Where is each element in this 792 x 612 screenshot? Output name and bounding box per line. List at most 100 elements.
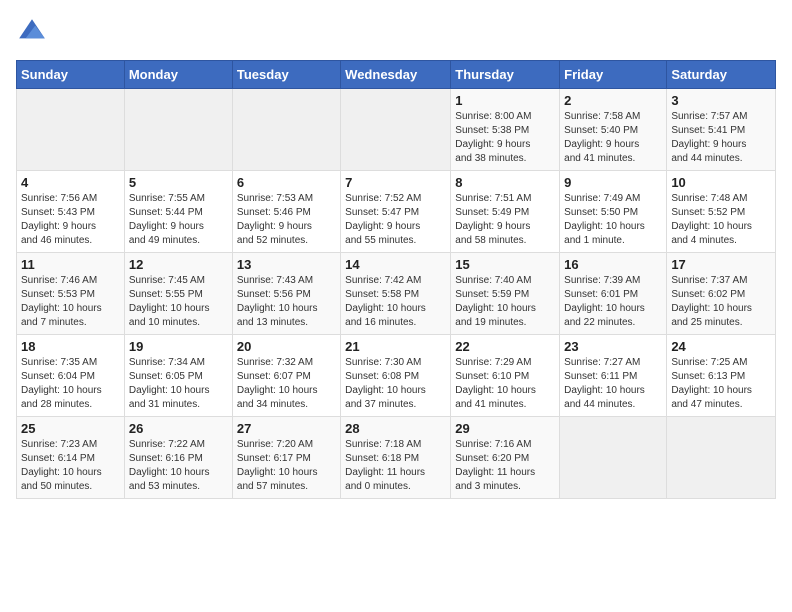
calendar-table: SundayMondayTuesdayWednesdayThursdayFrid… bbox=[16, 60, 776, 499]
weekday-header-thursday: Thursday bbox=[451, 61, 560, 89]
calendar-cell: 26Sunrise: 7:22 AM Sunset: 6:16 PM Dayli… bbox=[124, 417, 232, 499]
day-number: 15 bbox=[455, 257, 555, 272]
day-number: 28 bbox=[345, 421, 446, 436]
day-number: 16 bbox=[564, 257, 662, 272]
day-info: Sunrise: 7:52 AM Sunset: 5:47 PM Dayligh… bbox=[345, 192, 446, 248]
day-info: Sunrise: 7:58 AM Sunset: 5:40 PM Dayligh… bbox=[564, 110, 662, 166]
day-info: Sunrise: 7:51 AM Sunset: 5:49 PM Dayligh… bbox=[455, 192, 555, 248]
day-number: 23 bbox=[564, 339, 662, 354]
day-info: Sunrise: 7:42 AM Sunset: 5:58 PM Dayligh… bbox=[345, 274, 446, 330]
day-info: Sunrise: 7:46 AM Sunset: 5:53 PM Dayligh… bbox=[21, 274, 120, 330]
day-info: Sunrise: 7:49 AM Sunset: 5:50 PM Dayligh… bbox=[564, 192, 662, 248]
day-number: 12 bbox=[129, 257, 228, 272]
calendar-cell: 24 Sunrise: 7:25 AM Sunset: 6:13 PM Dayli… bbox=[667, 335, 776, 417]
day-info: Sunrise: 7:35 AM Sunset: 6:04 PM Dayligh… bbox=[21, 356, 120, 412]
calendar-cell bbox=[341, 89, 451, 171]
weekday-header-monday: Monday bbox=[124, 61, 232, 89]
calendar-cell bbox=[232, 89, 340, 171]
calendar-cell bbox=[560, 417, 667, 499]
day-info: Sunrise: 7:57 AM Sunset: 5:41 PM Dayligh… bbox=[671, 110, 771, 166]
day-info: Sunrise: 7:25 AM Sunset: 6:13 PM Dayligh… bbox=[671, 356, 771, 412]
calendar-cell: 14 Sunrise: 7:42 AM Sunset: 5:58 PM Dayli… bbox=[341, 253, 451, 335]
calendar-cell: 16 Sunrise: 7:39 AM Sunset: 6:01 PM Dayli… bbox=[560, 253, 667, 335]
week-row-3: 18 Sunrise: 7:35 AM Sunset: 6:04 PM Dayli… bbox=[17, 335, 776, 417]
day-number: 7 bbox=[345, 175, 446, 190]
calendar-cell: 18 Sunrise: 7:35 AM Sunset: 6:04 PM Dayli… bbox=[17, 335, 125, 417]
week-row-4: 25 Sunrise: 7:23 AM Sunset: 6:14 PM Dayli… bbox=[17, 417, 776, 499]
calendar-cell: 10 Sunrise: 7:48 AM Sunset: 5:52 PM Dayli… bbox=[667, 171, 776, 253]
day-info: Sunrise: 7:22 AM Sunset: 6:16 PM Dayligh… bbox=[129, 438, 228, 494]
calendar-cell: 20Sunrise: 7:32 AM Sunset: 6:07 PM Dayli… bbox=[232, 335, 340, 417]
week-row-1: 4Sunrise: 7:56 AM Sunset: 5:43 PM Daylig… bbox=[17, 171, 776, 253]
day-number: 14 bbox=[345, 257, 446, 272]
calendar-cell: 25 Sunrise: 7:23 AM Sunset: 6:14 PM Dayli… bbox=[17, 417, 125, 499]
calendar-cell: 8 Sunrise: 7:51 AM Sunset: 5:49 PM Daylig… bbox=[451, 171, 560, 253]
calendar-cell: 23 Sunrise: 7:27 AM Sunset: 6:11 PM Dayli… bbox=[560, 335, 667, 417]
day-number: 6 bbox=[237, 175, 336, 190]
weekday-header-sunday: Sunday bbox=[17, 61, 125, 89]
day-info: Sunrise: 7:37 AM Sunset: 6:02 PM Dayligh… bbox=[671, 274, 771, 330]
calendar-cell: 22Sunrise: 7:29 AM Sunset: 6:10 PM Dayli… bbox=[451, 335, 560, 417]
day-number: 5 bbox=[129, 175, 228, 190]
day-info: Sunrise: 7:48 AM Sunset: 5:52 PM Dayligh… bbox=[671, 192, 771, 248]
calendar-cell bbox=[124, 89, 232, 171]
calendar-cell: 17 Sunrise: 7:37 AM Sunset: 6:02 PM Dayli… bbox=[667, 253, 776, 335]
calendar-cell: 2Sunrise: 7:58 AM Sunset: 5:40 PM Daylig… bbox=[560, 89, 667, 171]
calendar-cell: 6 Sunrise: 7:53 AM Sunset: 5:46 PM Daylig… bbox=[232, 171, 340, 253]
calendar-cell: 3 Sunrise: 7:57 AM Sunset: 5:41 PM Daylig… bbox=[667, 89, 776, 171]
day-info: Sunrise: 7:34 AM Sunset: 6:05 PM Dayligh… bbox=[129, 356, 228, 412]
day-number: 27 bbox=[237, 421, 336, 436]
day-info: Sunrise: 7:23 AM Sunset: 6:14 PM Dayligh… bbox=[21, 438, 120, 494]
calendar-cell: 5 Sunrise: 7:55 AM Sunset: 5:44 PM Daylig… bbox=[124, 171, 232, 253]
day-info: Sunrise: 7:16 AM Sunset: 6:20 PM Dayligh… bbox=[455, 438, 555, 494]
day-number: 17 bbox=[671, 257, 771, 272]
calendar-cell: 29 Sunrise: 7:16 AM Sunset: 6:20 PM Dayli… bbox=[451, 417, 560, 499]
day-number: 13 bbox=[237, 257, 336, 272]
day-info: Sunrise: 7:39 AM Sunset: 6:01 PM Dayligh… bbox=[564, 274, 662, 330]
calendar-cell: 9 Sunrise: 7:49 AM Sunset: 5:50 PM Daylig… bbox=[560, 171, 667, 253]
calendar-cell: 15 Sunrise: 7:40 AM Sunset: 5:59 PM Dayli… bbox=[451, 253, 560, 335]
day-info: Sunrise: 7:43 AM Sunset: 5:56 PM Dayligh… bbox=[237, 274, 336, 330]
calendar-cell: 27 Sunrise: 7:20 AM Sunset: 6:17 PM Dayli… bbox=[232, 417, 340, 499]
day-number: 29 bbox=[455, 421, 555, 436]
logo bbox=[16, 16, 52, 48]
day-number: 10 bbox=[671, 175, 771, 190]
day-info: Sunrise: 7:20 AM Sunset: 6:17 PM Dayligh… bbox=[237, 438, 336, 494]
calendar-cell: 7 Sunrise: 7:52 AM Sunset: 5:47 PM Daylig… bbox=[341, 171, 451, 253]
day-number: 8 bbox=[455, 175, 555, 190]
day-info: Sunrise: 7:32 AM Sunset: 6:07 PM Dayligh… bbox=[237, 356, 336, 412]
day-info: Sunrise: 7:30 AM Sunset: 6:08 PM Dayligh… bbox=[345, 356, 446, 412]
day-info: Sunrise: 7:45 AM Sunset: 5:55 PM Dayligh… bbox=[129, 274, 228, 330]
week-row-2: 11 Sunrise: 7:46 AM Sunset: 5:53 PM Dayli… bbox=[17, 253, 776, 335]
day-number: 9 bbox=[564, 175, 662, 190]
logo-icon bbox=[16, 16, 48, 48]
calendar-cell: 12 Sunrise: 7:45 AM Sunset: 5:55 PM Dayli… bbox=[124, 253, 232, 335]
calendar-cell bbox=[17, 89, 125, 171]
day-info: Sunrise: 7:55 AM Sunset: 5:44 PM Dayligh… bbox=[129, 192, 228, 248]
day-info: Sunrise: 7:27 AM Sunset: 6:11 PM Dayligh… bbox=[564, 356, 662, 412]
day-number: 25 bbox=[21, 421, 120, 436]
day-number: 21 bbox=[345, 339, 446, 354]
day-info: Sunrise: 7:29 AM Sunset: 6:10 PM Dayligh… bbox=[455, 356, 555, 412]
calendar-cell: 19 Sunrise: 7:34 AM Sunset: 6:05 PM Dayli… bbox=[124, 335, 232, 417]
day-info: Sunrise: 7:40 AM Sunset: 5:59 PM Dayligh… bbox=[455, 274, 555, 330]
day-number: 4 bbox=[21, 175, 120, 190]
weekday-header-wednesday: Wednesday bbox=[341, 61, 451, 89]
calendar-cell bbox=[667, 417, 776, 499]
day-number: 19 bbox=[129, 339, 228, 354]
day-info: Sunrise: 7:53 AM Sunset: 5:46 PM Dayligh… bbox=[237, 192, 336, 248]
day-number: 11 bbox=[21, 257, 120, 272]
calendar-cell: 4Sunrise: 7:56 AM Sunset: 5:43 PM Daylig… bbox=[17, 171, 125, 253]
page-header bbox=[16, 16, 776, 48]
weekday-header-saturday: Saturday bbox=[667, 61, 776, 89]
day-info: Sunrise: 8:00 AM Sunset: 5:38 PM Dayligh… bbox=[455, 110, 555, 166]
weekday-header-friday: Friday bbox=[560, 61, 667, 89]
day-number: 18 bbox=[21, 339, 120, 354]
calendar-cell: 21 Sunrise: 7:30 AM Sunset: 6:08 PM Dayli… bbox=[341, 335, 451, 417]
calendar-cell: 13 Sunrise: 7:43 AM Sunset: 5:56 PM Dayli… bbox=[232, 253, 340, 335]
week-row-0: 1 Sunrise: 8:00 AM Sunset: 5:38 PM Daylig… bbox=[17, 89, 776, 171]
day-number: 24 bbox=[671, 339, 771, 354]
day-number: 3 bbox=[671, 93, 771, 108]
calendar-cell: 1 Sunrise: 8:00 AM Sunset: 5:38 PM Daylig… bbox=[451, 89, 560, 171]
day-number: 1 bbox=[455, 93, 555, 108]
